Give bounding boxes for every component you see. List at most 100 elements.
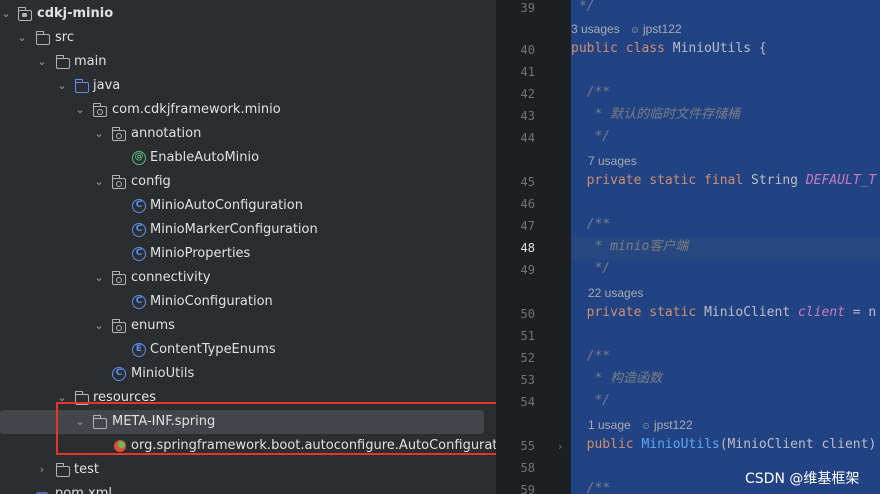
annotation-icon: @ <box>132 151 146 165</box>
tree-label: ContentTypeEnums <box>150 342 276 357</box>
code-line: */ <box>571 393 611 408</box>
tree-label: main <box>74 54 107 69</box>
line-number: 58 <box>520 461 535 475</box>
code-line: */ <box>571 261 611 276</box>
code-line: */ <box>571 0 595 14</box>
tree-node-minio-utils[interactable]: C MinioUtils <box>0 362 496 386</box>
code-type: String <box>751 173 806 188</box>
package-icon <box>111 127 126 141</box>
chevron-down-icon[interactable]: ⌄ <box>36 55 48 69</box>
enum-icon: E <box>132 343 146 357</box>
tree-node-minio-properties[interactable]: C MinioProperties <box>0 242 496 266</box>
tree-label: connectivity <box>131 270 211 285</box>
usages-count: 3 usages <box>571 22 620 36</box>
code-line: /** <box>571 217 611 232</box>
code-line: /** <box>571 85 611 100</box>
tree-node-enums[interactable]: ⌄ enums <box>0 314 496 338</box>
code-line: private static final String DEFAULT_T <box>571 172 877 190</box>
usages-inlay[interactable]: 7 usages <box>588 153 637 169</box>
chevron-down-icon[interactable]: ⌄ <box>93 127 105 141</box>
tree-label: annotation <box>131 126 202 141</box>
project-tree-panel: ⌄ cdkj-minio ⌄ src ⌄ main ⌄ java ⌄ com.c… <box>0 0 496 494</box>
package-icon <box>111 319 126 333</box>
line-number-current: 48 <box>520 241 535 255</box>
editor-gutter: 39 40 41 42 43 44 45 46 47 48 49 50 51 5… <box>496 0 571 494</box>
code-line: */ <box>571 129 611 144</box>
tree-node-content-type-enums[interactable]: E ContentTypeEnums <box>0 338 496 362</box>
usages-inlay[interactable]: 22 usages <box>588 285 643 301</box>
tree-node-annotation[interactable]: ⌄ annotation <box>0 122 496 146</box>
line-number: 54 <box>520 395 535 409</box>
class-icon: C <box>132 223 146 237</box>
code-line: * minio客户端 <box>571 239 689 254</box>
tree-node-src[interactable]: ⌄ src <box>0 26 496 50</box>
tree-label: MinioUtils <box>131 366 195 381</box>
line-number: 53 <box>520 373 535 387</box>
tree-node-minio-marker-configuration[interactable]: C MinioMarkerConfiguration <box>0 218 496 242</box>
tree-node-package[interactable]: ⌄ com.cdkjframework.minio <box>0 98 496 122</box>
line-number: 44 <box>520 131 535 145</box>
tree-node-enable-auto-minio[interactable]: @ EnableAutoMinio <box>0 146 496 170</box>
tree-node-test[interactable]: › test <box>0 458 496 482</box>
line-number: 49 <box>520 263 535 277</box>
code-line: * 构造函数 <box>571 371 663 386</box>
tree-label: MinioConfiguration <box>150 294 273 309</box>
folder-icon <box>35 31 50 45</box>
tree-label: com.cdkjframework.minio <box>112 102 281 117</box>
code-field: DEFAULT_T <box>805 173 877 188</box>
tree-node-connectivity[interactable]: ⌄ connectivity <box>0 266 496 290</box>
chevron-down-icon[interactable]: ⌄ <box>56 79 68 93</box>
tree-node-root[interactable]: ⌄ cdkj-minio <box>0 2 496 26</box>
module-folder-icon <box>17 7 32 21</box>
code-line: private static MinioClient client = n <box>571 304 877 322</box>
chevron-right-icon[interactable]: › <box>36 463 48 477</box>
line-number: 51 <box>520 329 535 343</box>
tree-node-main[interactable]: ⌄ main <box>0 50 496 74</box>
tree-label: src <box>55 30 74 45</box>
code-keyword: private static <box>571 305 705 320</box>
tree-node-minio-auto-configuration[interactable]: C MinioAutoConfiguration <box>0 194 496 218</box>
code-keyword: public <box>571 437 642 452</box>
code-line: /** <box>571 349 611 364</box>
line-number: 46 <box>520 197 535 211</box>
tree-node-pom[interactable]: pom.xml <box>0 482 496 494</box>
line-number: 41 <box>520 65 535 79</box>
tree-label: config <box>131 174 171 189</box>
code-line: public class MinioUtils { <box>571 40 767 58</box>
code-field: client <box>797 305 845 320</box>
chevron-down-icon[interactable]: ⌄ <box>93 271 105 285</box>
chevron-down-icon[interactable]: ⌄ <box>0 7 12 21</box>
code-line: /** <box>571 481 611 494</box>
tree-label: java <box>93 78 121 93</box>
author-inlay: jpst122 <box>630 22 682 36</box>
code-rest: = n <box>844 305 877 320</box>
tree-label: pom.xml <box>55 486 112 494</box>
code-keyword: private static final <box>571 173 752 188</box>
tree-label: MinioProperties <box>150 246 251 261</box>
class-icon: C <box>132 247 146 261</box>
folder-icon <box>55 55 70 69</box>
line-number: 50 <box>520 307 535 321</box>
fold-chevron-icon[interactable]: › <box>558 440 562 453</box>
chevron-down-icon[interactable]: ⌄ <box>93 319 105 333</box>
line-number: 59 <box>520 483 535 494</box>
tree-label: EnableAutoMinio <box>150 150 260 165</box>
tree-node-minio-configuration[interactable]: C MinioConfiguration <box>0 290 496 314</box>
line-number: 55 <box>520 439 535 453</box>
line-number: 39 <box>520 1 535 15</box>
chevron-down-icon[interactable]: ⌄ <box>74 103 86 117</box>
line-number: 45 <box>520 175 535 189</box>
folder-icon <box>55 463 70 477</box>
author-inlay: jpst122 <box>641 418 693 432</box>
code-editor[interactable]: */ 3 usages jpst122 public class MinioUt… <box>571 0 880 494</box>
tree-label: MinioMarkerConfiguration <box>150 222 318 237</box>
chevron-down-icon[interactable]: ⌄ <box>93 175 105 189</box>
tree-node-java[interactable]: ⌄ java <box>0 74 496 98</box>
code-line: * 默认的临时文件存储桶 <box>571 107 741 122</box>
usages-inlay[interactable]: 1 usage jpst122 <box>588 417 693 435</box>
tree-node-config[interactable]: ⌄ config <box>0 170 496 194</box>
chevron-down-icon[interactable]: ⌄ <box>16 31 28 45</box>
source-folder-icon <box>74 79 89 93</box>
usages-inlay[interactable]: 3 usages jpst122 <box>571 21 682 39</box>
code-rest: (MinioClient client) <box>719 437 877 452</box>
